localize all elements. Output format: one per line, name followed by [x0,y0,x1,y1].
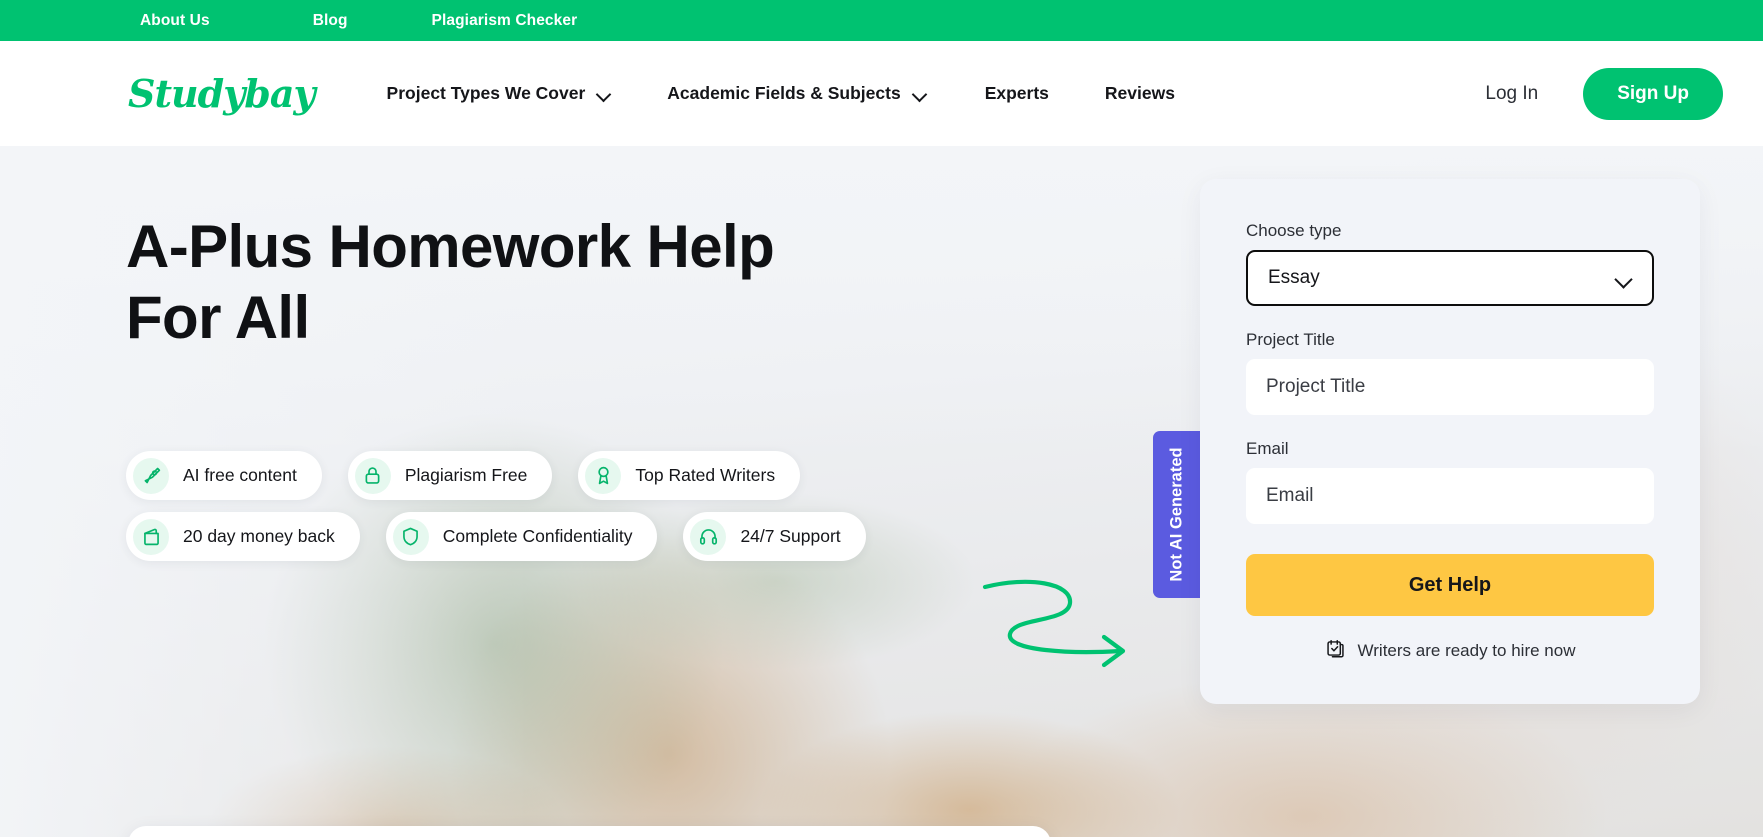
feature-pill-label: AI free content [183,465,297,485]
nav-item-reviews[interactable]: Reviews [1105,83,1175,104]
headset-icon [690,518,727,555]
shield-icon [392,518,429,555]
clipboard-check-icon [1325,638,1346,664]
order-form-card: Choose type Essay Project Title Email Ge… [1200,179,1700,704]
award-ribbon-icon [585,457,622,494]
writers-ready-note: Writers are ready to hire now [1246,638,1654,664]
hero-section: A-Plus Homework Help For All AI free con… [0,146,1763,837]
nav-item-experts[interactable]: Experts [985,83,1049,104]
feature-pill-plagiarism-free[interactable]: Plagiarism Free [347,451,553,500]
chevron-down-icon [913,89,927,98]
topbar-link-about-us[interactable]: About Us [140,12,210,30]
feature-pills: AI free content Plagiarism Free Top Rate… [126,451,866,561]
project-title-label: Project Title [1246,330,1335,349]
email-input[interactable] [1246,468,1654,524]
nav-actions: Log In Sign Up [1485,67,1723,120]
writers-ready-text: Writers are ready to hire now [1357,641,1576,660]
chevron-down-icon [597,89,611,98]
sign-up-button[interactable]: Sign Up [1583,67,1723,120]
feature-pill-row-2: 20 day money back Complete Confidentiali… [126,512,866,561]
topbar-link-blog[interactable]: Blog [313,12,348,30]
studybay-logo[interactable]: Studybay [128,71,316,116]
feature-pill-support[interactable]: 24/7 Support [683,512,866,561]
review-ratings-strip: 4.8 review centre 4.7 siteja [128,826,1051,837]
curved-arrow-decoration [980,571,1140,671]
not-ai-generated-label: Not AI Generated [1168,447,1187,582]
email-label: Email [1246,439,1289,458]
feature-pill-label: Plagiarism Free [404,465,528,485]
topbar-link-plagiarism-checker[interactable]: Plagiarism Checker [432,12,578,30]
choose-type-label: Choose type [1246,221,1342,240]
nav-item-academic-fields-label: Academic Fields & Subjects [667,83,901,103]
project-type-select[interactable]: Essay [1246,250,1654,306]
nav-item-project-types-label: Project Types We Cover [386,83,586,103]
wallet-icon [133,518,169,555]
chevron-down-icon [1615,273,1632,284]
feature-pill-ai-free-content[interactable]: AI free content [126,451,322,500]
feature-pill-confidentiality[interactable]: Complete Confidentiality [385,512,658,561]
pen-nib-icon [133,457,169,494]
nav-item-academic-fields[interactable]: Academic Fields & Subjects [667,83,926,104]
project-title-input[interactable] [1246,359,1654,415]
feature-pill-label: 20 day money back [183,526,335,546]
feature-pill-label: 24/7 Support [740,526,841,546]
not-ai-generated-badge: Not AI Generated [1153,431,1202,598]
lock-icon [354,457,391,494]
log-in-link[interactable]: Log In [1485,83,1538,105]
nav-item-project-types[interactable]: Project Types We Cover [387,83,612,104]
feature-pill-top-rated-writers[interactable]: Top Rated Writers [578,451,801,500]
feature-pill-row-1: AI free content Plagiarism Free Top Rate… [126,451,866,500]
main-navbar: Studybay Project Types We Cover Academic… [0,41,1763,146]
feature-pill-money-back[interactable]: 20 day money back [126,512,360,561]
page-title: A-Plus Homework Help For All [126,213,775,351]
project-type-value: Essay [1268,267,1320,288]
get-help-button[interactable]: Get Help [1246,554,1654,616]
utility-navbar: About Us Blog Plagiarism Checker [0,0,1763,41]
feature-pill-label: Complete Confidentiality [442,526,633,546]
feature-pill-label: Top Rated Writers [635,465,776,485]
